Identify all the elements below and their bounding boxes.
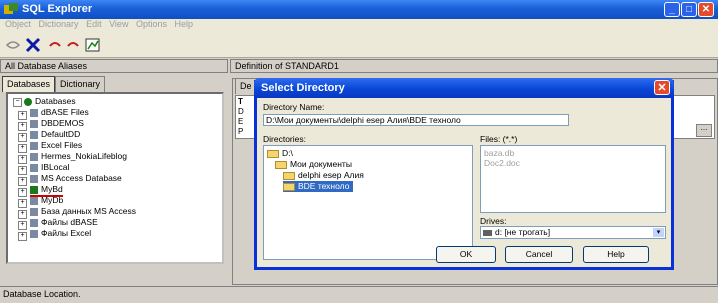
drives-select[interactable]: d: [не трогать] ▾ (480, 226, 666, 239)
help-button[interactable]: Help (583, 246, 649, 263)
directory-name-input[interactable]: D:\Мои документы\delphi esep Алия\BDE те… (263, 114, 569, 126)
database-icon (30, 130, 38, 139)
dir-item[interactable]: D:\ (267, 148, 293, 159)
alias-item[interactable]: Файлы dBASE (30, 217, 98, 228)
expand-icon[interactable]: + (18, 199, 27, 208)
alias-item[interactable]: База данных MS Access (30, 206, 136, 217)
folder-open-icon (267, 149, 279, 158)
delete-icon[interactable] (24, 36, 42, 54)
database-icon (30, 163, 38, 172)
menu-dictionary[interactable]: Dictionary (39, 19, 79, 29)
status-bar: Database Location. (0, 286, 718, 303)
databases-icon (24, 97, 32, 106)
tab-databases[interactable]: Databases (2, 76, 56, 92)
expand-icon[interactable]: + (18, 133, 27, 142)
chart-icon[interactable] (84, 36, 102, 54)
maximize-button[interactable]: □ (681, 2, 697, 17)
directory-name-label: Directory Name: (263, 102, 325, 112)
cancel-button[interactable]: Cancel (505, 246, 573, 263)
open-icon[interactable] (4, 36, 22, 54)
expand-icon[interactable]: + (18, 232, 27, 241)
expand-icon[interactable]: + (18, 188, 27, 197)
folder-open-icon (283, 171, 295, 180)
database-icon (30, 174, 38, 183)
window-title: SQL Explorer (22, 3, 93, 15)
files-list[interactable]: baza.db Doc2.doc (480, 145, 666, 213)
close-button[interactable]: ✕ (698, 2, 714, 17)
drive-icon (483, 229, 492, 236)
expand-icon[interactable]: + (18, 122, 27, 131)
database-icon (30, 119, 38, 128)
expand-icon[interactable]: + (18, 111, 27, 120)
alias-item[interactable]: DBDEMOS (30, 118, 84, 129)
alias-item[interactable]: IBLocal (30, 162, 69, 173)
grid-label: P (238, 127, 244, 136)
title-bar: SQL Explorer _ □ ✕ (0, 0, 718, 19)
expand-icon[interactable]: + (18, 210, 27, 219)
database-icon (30, 218, 38, 227)
expand-icon[interactable]: + (18, 221, 27, 230)
database-icon (30, 152, 38, 161)
ok-button[interactable]: OK (436, 246, 496, 263)
directories-list[interactable]: D:\ Мои документы delphi esep Алия BDE т… (263, 145, 473, 260)
collapse-icon[interactable]: − (13, 98, 22, 107)
database-icon (30, 141, 38, 150)
tab-dictionary[interactable]: Dictionary (55, 76, 106, 92)
undo-icon[interactable] (46, 36, 64, 54)
database-icon (30, 229, 38, 238)
alias-item[interactable]: DefaultDD (30, 129, 80, 140)
drives-label: Drives: (480, 216, 507, 226)
alias-item[interactable]: Hermes_NokiaLifeblog (30, 151, 127, 162)
alias-item[interactable]: Excel Files (30, 140, 82, 151)
menu-help[interactable]: Help (175, 19, 194, 29)
files-label: Files: (*.*) (480, 134, 518, 144)
alias-item[interactable]: Файлы Excel (30, 228, 91, 239)
expand-icon[interactable]: + (18, 155, 27, 164)
dialog-close-icon[interactable]: ✕ (654, 80, 670, 95)
expand-icon[interactable]: + (18, 166, 27, 175)
directories-label: Directories: (263, 134, 306, 144)
database-icon (30, 108, 38, 117)
alias-item[interactable]: dBASE Files (30, 107, 89, 118)
database-icon (30, 196, 38, 205)
chevron-down-icon[interactable]: ▾ (653, 228, 664, 237)
dialog-title: Select Directory (261, 82, 345, 94)
expand-icon[interactable]: + (18, 177, 27, 186)
right-panel-header: Definition of STANDARD1 (230, 59, 718, 73)
grid-label: D (238, 107, 244, 116)
expand-icon[interactable]: + (18, 144, 27, 153)
folder-open-icon (275, 160, 287, 169)
dialog-title-bar: Select Directory ✕ (254, 78, 674, 98)
menu-view[interactable]: View (109, 19, 128, 29)
minimize-button[interactable]: _ (664, 2, 680, 17)
file-item[interactable]: Doc2.doc (484, 158, 520, 169)
redo-icon[interactable] (64, 36, 82, 54)
menu-object[interactable]: Object (5, 19, 31, 29)
dir-item[interactable]: delphi esep Алия (283, 170, 364, 181)
grid-label: T (238, 97, 243, 106)
select-directory-dialog: Directory Name: D:\Мои документы\delphi … (254, 80, 674, 270)
ellipsis-button[interactable]: ... (696, 124, 712, 137)
alias-item[interactable]: MS Access Database (30, 173, 122, 184)
database-icon (30, 207, 38, 216)
alias-item[interactable]: MyDb (30, 195, 63, 206)
grid-label: E (238, 117, 244, 126)
left-panel-header: All Database Aliases (0, 59, 228, 73)
tree-root[interactable]: Databases (24, 96, 76, 107)
toolbar (0, 33, 718, 58)
menu-bar: Object Dictionary Edit View Options Help (0, 19, 718, 33)
database-icon (30, 185, 38, 194)
app-icon (4, 3, 18, 14)
dir-item-selected[interactable]: BDE техноло (283, 181, 354, 192)
menu-edit[interactable]: Edit (86, 19, 102, 29)
menu-options[interactable]: Options (136, 19, 167, 29)
dir-item[interactable]: Мои документы (275, 159, 352, 170)
folder-open-icon (283, 182, 295, 191)
